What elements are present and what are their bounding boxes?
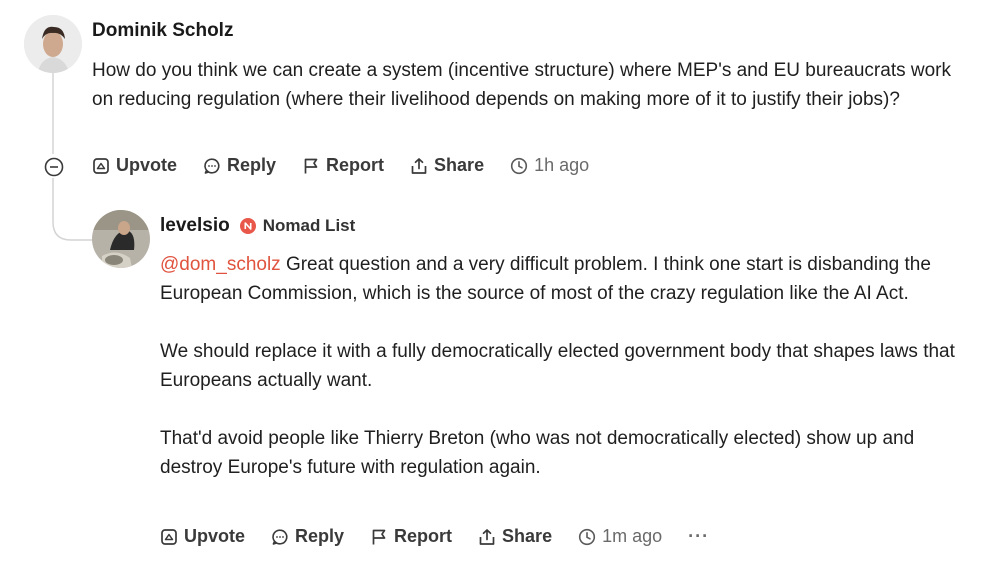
nomad-list-logo-icon: [239, 218, 256, 234]
report-button[interactable]: Report: [370, 526, 452, 547]
reply-paragraph: @dom_scholz Great question and a very di…: [160, 250, 960, 308]
reply-label: Reply: [295, 526, 345, 546]
reply-paragraph: We should replace it with a fully democr…: [160, 341, 955, 391]
comment-text: How do you think we can create a system …: [92, 56, 952, 114]
reply-author[interactable]: levelsio: [160, 215, 230, 237]
comment-author[interactable]: Dominik Scholz: [92, 20, 233, 42]
reply-actions: Upvote Reply Report Share 1m ago ···: [160, 526, 735, 547]
speech-bubble-icon: [272, 528, 288, 545]
reply-avatar-image: [92, 210, 150, 268]
speech-bubble-icon: [204, 157, 220, 174]
reply-header: levelsio Nomad List: [160, 215, 355, 237]
share-icon: [479, 528, 495, 545]
reply-label: Reply: [227, 155, 277, 175]
reply-button[interactable]: Reply: [271, 526, 344, 547]
share-button[interactable]: Share: [410, 155, 484, 176]
avatar[interactable]: [24, 15, 82, 73]
timestamp[interactable]: 1m ago: [578, 526, 662, 547]
more-options-button[interactable]: ···: [688, 526, 709, 547]
upvote-button[interactable]: Upvote: [92, 155, 177, 176]
upvote-button[interactable]: Upvote: [160, 526, 245, 547]
report-label: Report: [394, 526, 453, 546]
collapse-thread-button[interactable]: [44, 157, 64, 177]
share-button[interactable]: Share: [478, 526, 552, 547]
mention-link[interactable]: @dom_scholz: [160, 254, 281, 275]
reply-badge[interactable]: Nomad List: [263, 216, 356, 236]
more-options-icon: ···: [688, 526, 710, 546]
clock-icon: [578, 528, 596, 545]
reply-button[interactable]: Reply: [203, 155, 276, 176]
upvote-label: Upvote: [116, 155, 178, 175]
reply-avatar[interactable]: [92, 210, 150, 268]
report-button[interactable]: Report: [302, 155, 384, 176]
comment-actions: Upvote Reply Report Share 1h ago: [92, 155, 615, 176]
upvote-icon: [161, 528, 177, 545]
minus-circle-icon: [44, 157, 64, 177]
reply-paragraph: That'd avoid people like Thierry Breton …: [160, 428, 915, 478]
clock-icon: [510, 157, 528, 174]
timestamp-label: 1m ago: [602, 526, 663, 546]
avatar-image: [24, 15, 82, 73]
flag-icon: [304, 158, 318, 173]
flag-icon: [372, 529, 386, 544]
upvote-icon: [93, 157, 109, 174]
report-label: Report: [326, 155, 385, 175]
share-label: Share: [502, 526, 553, 546]
timestamp-label: 1h ago: [534, 155, 590, 175]
comment-paragraph: How do you think we can create a system …: [92, 60, 951, 110]
upvote-label: Upvote: [184, 526, 246, 546]
share-label: Share: [434, 155, 485, 175]
reply-text: @dom_scholz Great question and a very di…: [160, 250, 960, 482]
share-icon: [411, 157, 427, 174]
timestamp[interactable]: 1h ago: [510, 155, 589, 176]
